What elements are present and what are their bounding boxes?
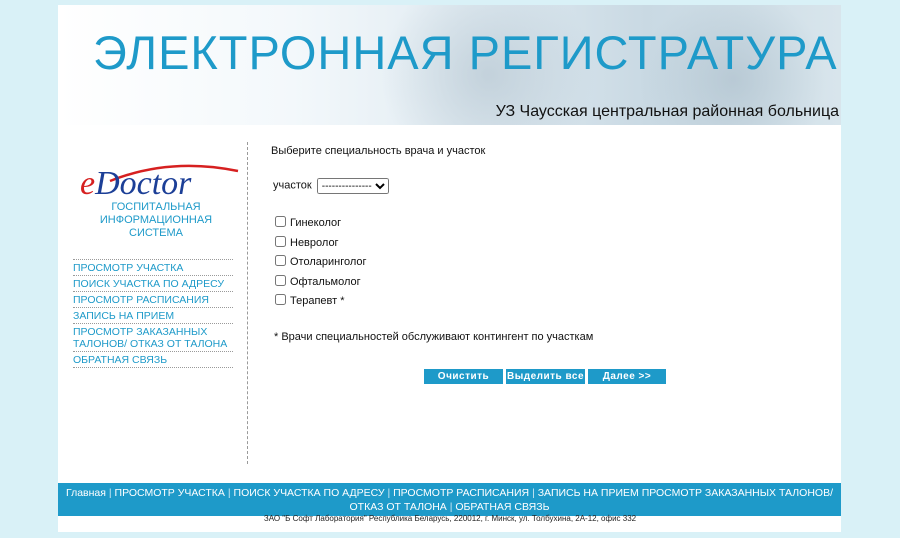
nav-separator: | [449,501,453,513]
bottom-nav-home[interactable]: Главная [66,487,106,499]
specialty-item-neurologist[interactable]: Невролог [275,235,367,256]
page-container: ЭЛЕКТРОННАЯ РЕГИСТРАТУРА УЗ Чаусская цен… [58,5,841,532]
sidebar-item-feedback[interactable]: ОБРАТНАЯ СВЯЗЬ [73,351,233,368]
nav-separator: | [387,487,391,499]
sidebar-item-view-schedule[interactable]: ПРОСМОТР РАСПИСАНИЯ [73,291,233,307]
bottom-nav: Главная | ПРОСМОТР УЧАСТКА | ПОИСК УЧАСТ… [58,483,841,516]
specialty-item-gynecologist[interactable]: Гинеколог [275,216,367,236]
specialty-checkbox[interactable] [275,255,286,266]
footer-copyright: ЗАО "Б Софт Лаборатория" Республика Бела… [263,514,637,523]
specialty-checkbox[interactable] [275,235,286,247]
logo-letter-e: e [80,165,96,202]
specialty-checkbox[interactable] [275,274,286,286]
vertical-divider [247,142,248,464]
district-label: участок [273,179,312,192]
sidebar: eDoctor ГОСПИТАЛЬНАЯ ИНФОРМАЦИОННАЯ СИСТ… [58,125,248,485]
clear-button[interactable]: Очистить [424,369,503,384]
sidebar-item-view-district[interactable]: ПРОСМОТР УЧАСТКА [73,259,233,275]
specialty-list: Гинеколог Невролог Отоларинголог Офтальм… [275,216,367,314]
site-title: ЭЛЕКТРОННАЯ РЕГИСТРАТУРА [93,26,838,79]
district-row: участок --------------- [273,178,389,194]
specialty-item-ophthalmologist[interactable]: Офтальмолог [275,274,367,295]
bottom-nav-view-district[interactable]: ПРОСМОТР УЧАСТКА [115,487,225,499]
specialty-label: Гинеколог [290,217,342,229]
specialty-checkbox[interactable] [275,294,286,305]
nav-separator: | [532,487,535,499]
district-select[interactable]: --------------- [316,178,389,194]
hospital-name: УЗ Чаусская центральная районная больниц… [495,103,839,120]
specialty-label: Отоларинголог [290,256,367,268]
bottom-nav-feedback[interactable]: ОБРАТНАЯ СВЯЗЬ [455,501,549,513]
sidebar-item-appointment[interactable]: ЗАПИСЬ НА ПРИЕМ [73,307,233,323]
header-banner: ЭЛЕКТРОННАЯ РЕГИСТРАТУРА УЗ Чаусская цен… [58,5,841,125]
specialty-note: * Врачи специальностей обслуживают конти… [274,331,594,343]
specialty-label: Терапевт * [290,295,345,307]
sidebar-item-search-district[interactable]: ПОИСК УЧАСТКА ПО АДРЕСУ [73,275,233,291]
system-name: ГОСПИТАЛЬНАЯ ИНФОРМАЦИОННАЯ СИСТЕМА [99,201,213,239]
bottom-nav-search-district[interactable]: ПОИСК УЧАСТКА ПО АДРЕСУ [234,487,385,499]
specialty-item-otolaryngologist[interactable]: Отоларинголог [275,255,367,275]
edoctor-logo[interactable]: eDoctor [80,164,239,205]
nav-separator: | [227,487,231,499]
logo-word: Doctor [95,165,192,202]
nav-separator: | [108,487,112,499]
next-button[interactable]: Далее >> [588,369,666,384]
sidebar-menu: ПРОСМОТР УЧАСТКА ПОИСК УЧАСТКА ПО АДРЕСУ… [73,259,233,368]
specialty-item-therapist[interactable]: Терапевт * [275,294,367,314]
bottom-nav-view-schedule[interactable]: ПРОСМОТР РАСПИСАНИЯ [393,487,529,499]
specialty-label: Невролог [290,236,339,249]
logo-text: eDoctor [80,165,191,203]
form-prompt: Выберите специальность врача и участок [271,145,486,157]
specialty-checkbox[interactable] [275,216,286,227]
sidebar-item-ordered-tickets[interactable]: ПРОСМОТР ЗАКАЗАННЫХ ТАЛОНОВ/ ОТКАЗ ОТ ТА… [73,323,233,351]
specialty-label: Офтальмолог [290,275,361,288]
select-all-button[interactable]: Выделить все [506,369,585,384]
